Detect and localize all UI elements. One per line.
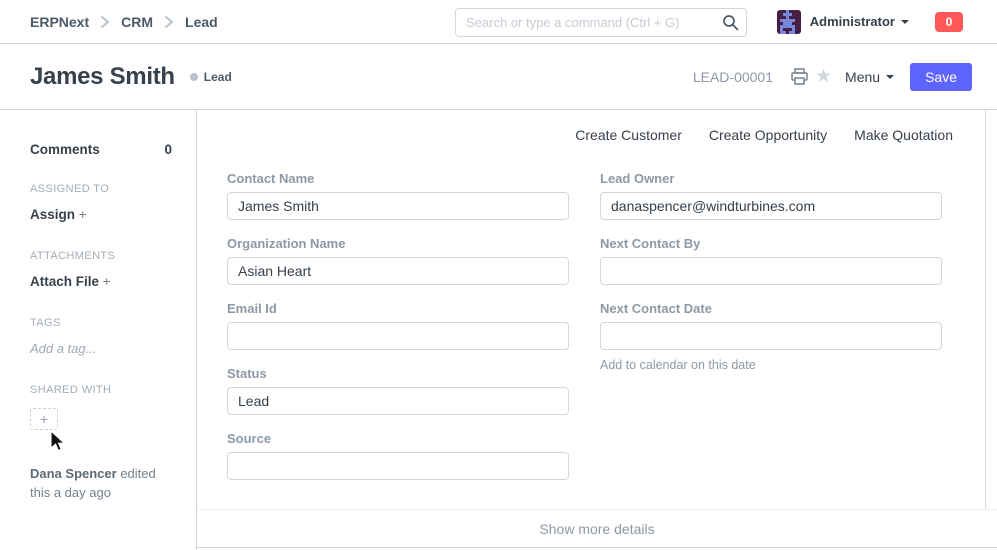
form-actions: Create Customer Create Opportunity Make …	[197, 110, 997, 143]
shared-with-heading: SHARED WITH	[30, 384, 172, 396]
assigned-to-heading: ASSIGNED TO	[30, 183, 172, 195]
field-label: Email Id	[227, 301, 569, 316]
show-more-details-button[interactable]: Show more details	[539, 521, 654, 537]
lead-owner-input[interactable]	[600, 192, 942, 220]
editor-name: Dana Spencer	[30, 466, 117, 481]
comments-link[interactable]: Comments 0	[30, 142, 172, 157]
navbar-right: Administrator 0	[777, 10, 963, 34]
plus-icon: +	[79, 207, 87, 222]
field-label: Contact Name	[227, 171, 569, 186]
create-customer-button[interactable]: Create Customer	[575, 127, 682, 143]
content: Comments 0 ASSIGNED TO Assign + ATTACHME…	[0, 110, 997, 550]
status-input[interactable]	[227, 387, 569, 415]
organization-name-input[interactable]	[227, 257, 569, 285]
organization-name-field: Organization Name	[227, 236, 569, 285]
source-input[interactable]	[227, 452, 569, 480]
breadcrumb-crm[interactable]: CRM	[121, 14, 153, 30]
form-grid: Contact Name Organization Name Email Id …	[197, 143, 997, 496]
user-menu[interactable]: Administrator	[810, 14, 895, 29]
tags-heading: TAGS	[30, 317, 172, 329]
form-main: Create Customer Create Opportunity Make …	[197, 110, 997, 550]
next-contact-date-field: Next Contact Date Add to calendar on thi…	[600, 301, 942, 372]
form-column-left: Contact Name Organization Name Email Id …	[227, 171, 569, 496]
source-field: Source	[227, 431, 569, 480]
status-label: Lead	[204, 70, 232, 84]
page-head-actions: LEAD-00001 ★ Menu Save	[693, 63, 972, 91]
star-icon[interactable]: ★	[815, 67, 832, 86]
next-contact-by-input[interactable]	[600, 257, 942, 285]
attach-file-button[interactable]: Attach File +	[30, 274, 172, 289]
last-edited-note: Dana Spencer edited this a day ago	[30, 464, 176, 502]
field-label: Next Contact Date	[600, 301, 942, 316]
form-right-border	[985, 110, 986, 508]
form-column-right: Lead Owner Next Contact By Next Contact …	[600, 171, 942, 496]
plus-icon: +	[103, 274, 111, 289]
status-dot-icon	[190, 73, 198, 81]
notification-badge[interactable]: 0	[935, 12, 963, 32]
field-label: Source	[227, 431, 569, 446]
global-search	[455, 8, 747, 37]
form-sidebar: Comments 0 ASSIGNED TO Assign + ATTACHME…	[0, 110, 197, 550]
comments-count: 0	[164, 142, 172, 157]
chevron-down-icon	[901, 20, 909, 24]
field-help-text: Add to calendar on this date	[600, 358, 942, 372]
search-icon[interactable]	[722, 14, 739, 36]
form-footer: Show more details	[197, 509, 997, 548]
search-input[interactable]	[455, 8, 747, 37]
page-head: James Smith Lead LEAD-00001 ★ Menu Save	[0, 44, 997, 110]
assign-button[interactable]: Assign +	[30, 207, 172, 222]
status-field: Status	[227, 366, 569, 415]
field-label: Status	[227, 366, 569, 381]
attach-file-label: Attach File	[30, 274, 99, 289]
contact-name-input[interactable]	[227, 192, 569, 220]
menu-label: Menu	[845, 69, 880, 85]
comments-label: Comments	[30, 142, 100, 157]
next-contact-by-field: Next Contact By	[600, 236, 942, 285]
page-title: James Smith	[30, 63, 175, 91]
breadcrumb-erpnext[interactable]: ERPNext	[30, 14, 89, 30]
lead-owner-field: Lead Owner	[600, 171, 942, 220]
breadcrumb-lead[interactable]: Lead	[185, 14, 218, 30]
chevron-down-icon	[886, 75, 894, 79]
create-opportunity-button[interactable]: Create Opportunity	[709, 127, 827, 143]
share-add-button[interactable]: +	[30, 408, 58, 430]
add-tag-input[interactable]: Add a tag...	[30, 341, 172, 356]
save-button[interactable]: Save	[910, 63, 972, 91]
email-id-input[interactable]	[227, 322, 569, 350]
doc-id: LEAD-00001	[693, 69, 773, 85]
breadcrumb: ERPNext CRM Lead	[30, 14, 218, 30]
print-icon[interactable]	[790, 68, 809, 86]
field-label: Lead Owner	[600, 171, 942, 186]
attachments-heading: ATTACHMENTS	[30, 250, 172, 262]
assign-label: Assign	[30, 207, 75, 222]
make-quotation-button[interactable]: Make Quotation	[854, 127, 953, 143]
field-label: Next Contact By	[600, 236, 942, 251]
avatar[interactable]	[777, 10, 801, 34]
navbar: ERPNext CRM Lead	[0, 0, 997, 44]
chevron-right-icon	[163, 15, 175, 29]
chevron-right-icon	[99, 15, 111, 29]
menu-button[interactable]: Menu	[845, 69, 894, 85]
mouse-cursor-icon	[49, 430, 67, 457]
field-label: Organization Name	[227, 236, 569, 251]
email-id-field: Email Id	[227, 301, 569, 350]
status-indicator: Lead	[190, 70, 232, 84]
next-contact-date-input[interactable]	[600, 322, 942, 350]
contact-name-field: Contact Name	[227, 171, 569, 220]
